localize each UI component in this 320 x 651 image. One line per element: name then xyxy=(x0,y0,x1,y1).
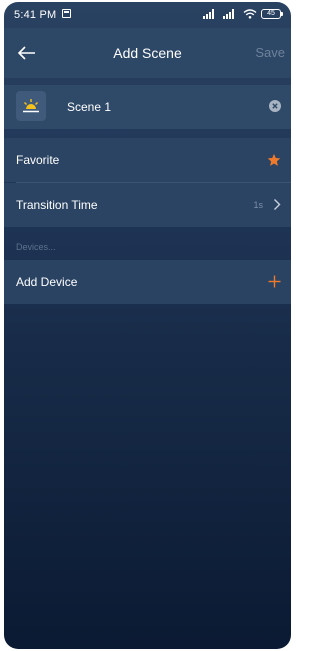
favorite-row[interactable]: Favorite xyxy=(4,138,291,182)
scene-name-row xyxy=(4,85,291,129)
scene-name-input[interactable] xyxy=(67,97,247,117)
save-button[interactable]: Save xyxy=(255,45,285,60)
transition-time-value: 1s xyxy=(253,200,263,210)
transition-time-label: Transition Time xyxy=(16,198,98,212)
scene-icon-button[interactable] xyxy=(16,91,46,121)
add-device-row[interactable]: Add Device xyxy=(4,260,291,304)
transition-time-row[interactable]: Transition Time 1s xyxy=(4,183,291,227)
favorite-label: Favorite xyxy=(16,153,60,167)
status-indicators: 45 xyxy=(203,8,283,20)
battery-icon: 45 xyxy=(261,9,283,19)
status-time: 5:41 PM xyxy=(14,9,57,21)
chevron-right-icon xyxy=(274,199,281,210)
devices-section-label: Devices... xyxy=(16,242,56,252)
notification-icon xyxy=(62,9,71,18)
app-screen: 5:41 PM 45 Add Scene Save Scene 1 Favori… xyxy=(4,2,291,649)
plus-icon[interactable] xyxy=(268,275,281,288)
signal-icon xyxy=(203,9,219,19)
status-bar: 5:41 PM 45 xyxy=(4,2,291,28)
nav-bar: Add Scene Save xyxy=(4,28,291,78)
star-icon[interactable] xyxy=(267,153,281,167)
add-device-label: Add Device xyxy=(16,275,78,289)
clear-icon[interactable] xyxy=(269,100,281,112)
signal-icon xyxy=(223,9,239,19)
wifi-icon xyxy=(243,9,257,19)
page-title: Add Scene xyxy=(113,45,182,61)
sunrise-icon xyxy=(23,99,39,113)
